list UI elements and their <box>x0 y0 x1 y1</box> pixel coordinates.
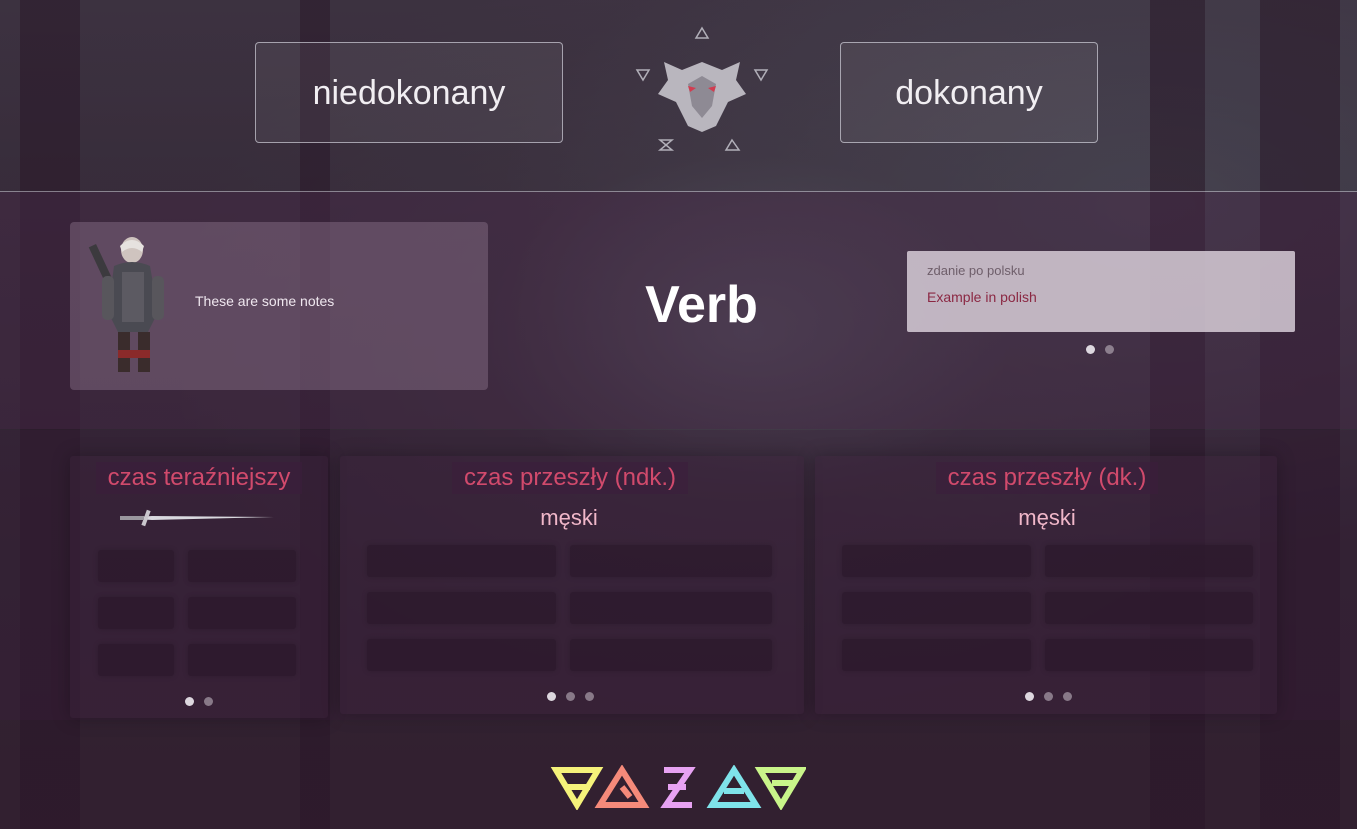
carousel-dot[interactable] <box>1105 345 1114 354</box>
carousel-dot[interactable] <box>1086 345 1095 354</box>
igni-sign-icon[interactable] <box>594 765 650 808</box>
conjugation-cell[interactable] <box>842 639 1031 671</box>
past-imperfective-title: czas przeszły (ndk.) <box>452 462 688 494</box>
conjugation-cell[interactable] <box>188 550 296 582</box>
present-carousel-dots <box>185 697 213 706</box>
conjugation-cell[interactable] <box>1045 639 1253 671</box>
past-perfective-title: czas przeszły (dk.) <box>936 462 1158 494</box>
conjugation-cell[interactable] <box>1045 545 1253 577</box>
conjugation-cell[interactable] <box>1045 592 1253 624</box>
past-perfective-panel <box>815 456 1277 714</box>
past-imperfective-panel <box>340 456 804 714</box>
yrden-sign-icon[interactable] <box>660 767 696 808</box>
example-carousel-dots <box>1086 345 1114 354</box>
present-tense-title: czas teraźniejszy <box>96 462 302 494</box>
carousel-dot[interactable] <box>566 692 575 701</box>
gender-label: męski <box>1018 505 1076 530</box>
carousel-dot[interactable] <box>204 697 213 706</box>
conjugation-cell[interactable] <box>570 545 772 577</box>
wolf-medallion-icon <box>635 26 769 151</box>
conjugation-cell[interactable] <box>367 545 556 577</box>
past-perfective-carousel-dots <box>1025 692 1072 701</box>
conjugation-cell[interactable] <box>98 550 174 582</box>
conjugation-cell[interactable] <box>367 639 556 671</box>
example-english-text: Example in polish <box>927 289 1037 305</box>
example-polish-field[interactable]: zdanie po polsku <box>927 263 1025 278</box>
imperfective-button[interactable]: niedokonany <box>255 42 563 143</box>
conjugation-cell[interactable] <box>367 592 556 624</box>
axii-sign-icon[interactable] <box>754 767 806 810</box>
carousel-dot[interactable] <box>547 692 556 701</box>
present-tense-panel <box>70 456 328 718</box>
conjugation-cell[interactable] <box>842 545 1031 577</box>
gender-label: męski <box>540 505 598 530</box>
perfective-button[interactable]: dokonany <box>840 42 1098 143</box>
conjugation-cell[interactable] <box>188 597 296 629</box>
conjugation-cell[interactable] <box>188 644 296 676</box>
word-title: Verb <box>645 276 758 334</box>
witcher-signs <box>550 765 806 810</box>
conjugation-cell[interactable] <box>98 597 174 629</box>
carousel-dot[interactable] <box>1025 692 1034 701</box>
carousel-dot[interactable] <box>585 692 594 701</box>
witcher-portrait <box>88 237 164 372</box>
sword-icon <box>120 509 274 527</box>
conjugation-cell[interactable] <box>98 644 174 676</box>
aard-sign-icon[interactable] <box>550 767 604 810</box>
carousel-dot[interactable] <box>185 697 194 706</box>
carousel-dot[interactable] <box>1063 692 1072 701</box>
notes-text: These are some notes <box>195 293 335 309</box>
past-imperfective-carousel-dots <box>547 692 594 701</box>
conjugation-cell[interactable] <box>570 592 772 624</box>
conjugation-cell[interactable] <box>570 639 772 671</box>
conjugation-cell[interactable] <box>842 592 1031 624</box>
quen-sign-icon[interactable] <box>706 765 762 808</box>
carousel-dot[interactable] <box>1044 692 1053 701</box>
